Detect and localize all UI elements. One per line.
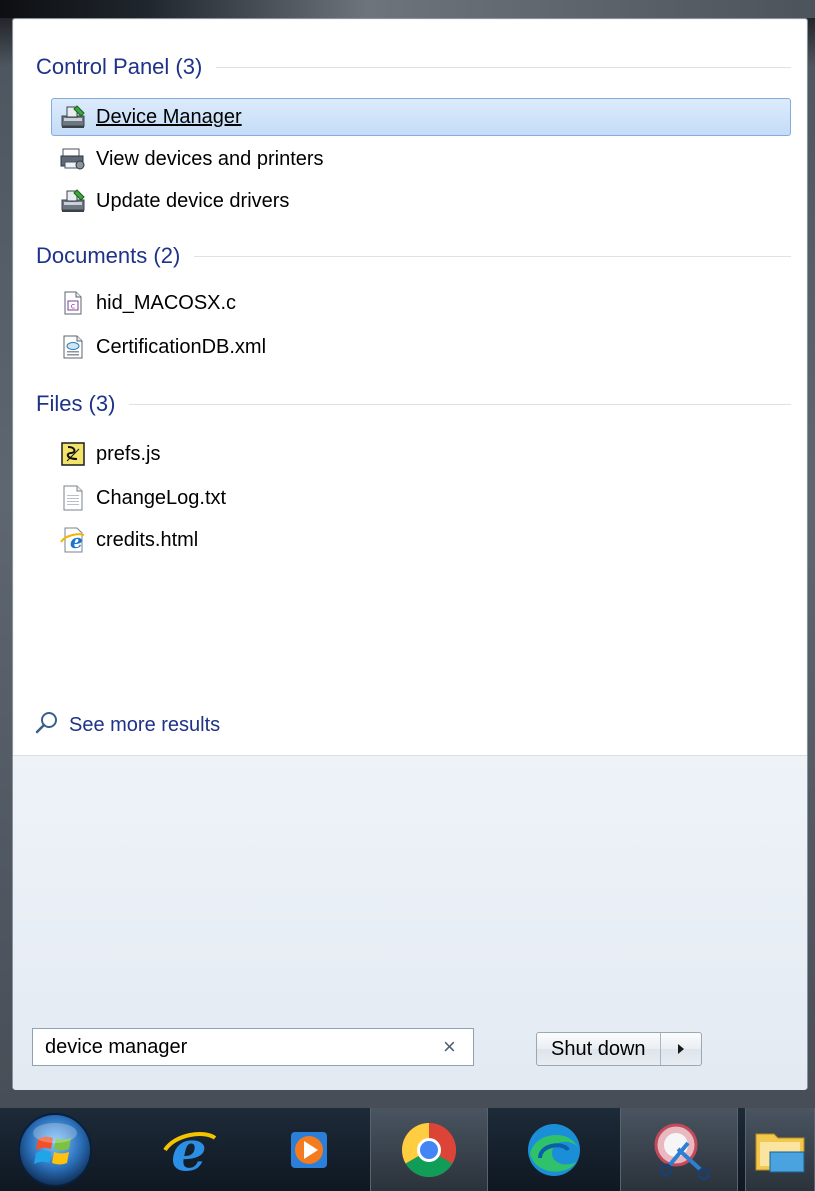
device-manager-icon: [58, 102, 88, 132]
start-menu-bottom-bar: × Shut down: [13, 755, 807, 1090]
search-results: Control Panel (3) Device Manager View de…: [13, 19, 807, 755]
taskbar: e: [0, 1108, 815, 1191]
taskbar-edge[interactable]: [495, 1108, 613, 1191]
result-credits-html[interactable]: e credits.html: [51, 521, 791, 559]
group-divider: [129, 403, 791, 405]
device-manager-icon: [58, 186, 88, 216]
media-player-icon: [291, 1131, 327, 1168]
result-label: prefs.js: [96, 442, 161, 465]
c-file-icon: c: [58, 288, 88, 318]
result-label: ChangeLog.txt: [96, 486, 227, 509]
search-icon: [35, 711, 59, 740]
shutdown-options-button[interactable]: [661, 1033, 701, 1065]
result-hid-macosx-c[interactable]: c hid_MACOSX.c: [51, 284, 791, 322]
group-header-control-panel: Control Panel (3): [36, 50, 791, 84]
start-menu-panel: Control Panel (3) Device Manager View de…: [12, 18, 808, 1090]
search-box[interactable]: ×: [32, 1028, 474, 1066]
chrome-icon: [401, 1122, 457, 1177]
search-input[interactable]: [43, 1034, 427, 1060]
internet-explorer-icon: e: [163, 1120, 217, 1180]
shutdown-split-button: Shut down: [536, 1032, 702, 1066]
chevron-right-icon: [677, 1044, 684, 1054]
snipping-tool-icon: [654, 1123, 710, 1180]
result-label: hid_MACOSX.c: [96, 291, 237, 314]
result-label: Update device drivers: [96, 189, 290, 212]
windows-logo-icon: [18, 1112, 92, 1187]
see-more-results-link[interactable]: See more results: [35, 709, 220, 741]
taskbar-snipping-tool[interactable]: [620, 1108, 738, 1191]
result-certificationdb-xml[interactable]: CertificationDB.xml: [51, 328, 791, 366]
frame-top-shine: [0, 0, 815, 18]
ie-html-file-icon: e: [58, 525, 88, 555]
see-more-label: See more results: [69, 713, 221, 736]
group-title: Files (3): [36, 391, 116, 416]
result-label: credits.html: [96, 528, 199, 551]
edge-icon: [528, 1123, 580, 1176]
group-divider: [216, 66, 791, 68]
svg-text:e: e: [171, 1120, 207, 1180]
shutdown-button[interactable]: Shut down: [537, 1033, 661, 1065]
group-divider: [194, 255, 791, 257]
xml-file-icon: [58, 332, 88, 362]
result-label: CertificationDB.xml: [96, 335, 267, 358]
start-button[interactable]: [10, 1108, 100, 1191]
result-view-devices-and-printers[interactable]: View devices and printers: [51, 140, 791, 178]
result-changelog-txt[interactable]: ChangeLog.txt: [51, 479, 791, 517]
text-file-icon: [58, 483, 88, 513]
start-menu-frame: Control Panel (3) Device Manager View de…: [0, 0, 815, 1108]
group-title: Control Panel (3): [36, 54, 203, 79]
result-label: View devices and printers: [96, 147, 324, 170]
svg-text:c: c: [71, 302, 75, 311]
group-title: Documents (2): [36, 243, 181, 268]
printer-icon: [58, 144, 88, 174]
taskbar-internet-explorer[interactable]: e: [130, 1108, 248, 1191]
taskbar-media-player[interactable]: [250, 1108, 368, 1191]
result-update-device-drivers[interactable]: Update device drivers: [51, 182, 791, 220]
group-header-files: Files (3): [36, 387, 791, 421]
group-header-documents: Documents (2): [36, 239, 791, 273]
clear-icon[interactable]: ×: [443, 1036, 456, 1058]
js-file-icon: [58, 439, 88, 469]
taskbar-chrome[interactable]: [370, 1108, 488, 1191]
folder-icon: [755, 1133, 805, 1172]
result-label: Device Manager: [96, 105, 242, 128]
result-device-manager[interactable]: Device Manager: [51, 98, 791, 136]
taskbar-file-explorer[interactable]: [745, 1108, 815, 1191]
svg-text:e: e: [70, 529, 83, 553]
result-prefs-js[interactable]: prefs.js: [51, 435, 791, 473]
